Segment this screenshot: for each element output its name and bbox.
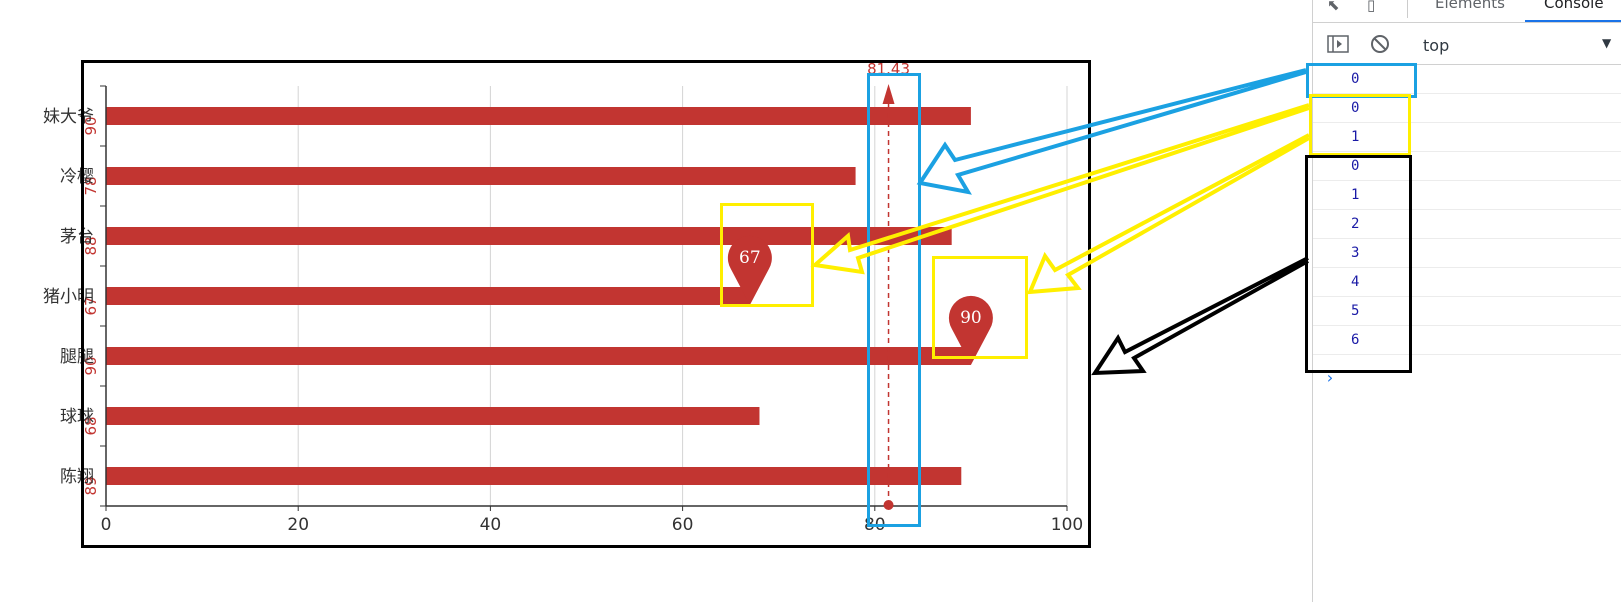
markpoint-max-highlight-box [932,256,1028,359]
markline-highlight-box [867,73,921,527]
console-series-index-box [1305,155,1412,373]
inspect-icon[interactable]: ⬉ [1327,0,1340,14]
clear-console-icon[interactable] [1370,34,1390,54]
toolbar-divider [1407,0,1408,18]
tab-elements[interactable]: Elements [1435,0,1505,12]
devtools-tab-bar: ⬉ ▯ Elements Console [1313,0,1621,23]
chevron-down-icon[interactable]: ▼ [1602,36,1611,50]
tab-console[interactable]: Console [1544,0,1604,12]
device-toggle-icon[interactable]: ▯ [1367,0,1375,14]
console-markline-index-box [1306,63,1417,98]
context-selector[interactable]: top [1423,36,1449,55]
console-markpoint-index-box [1309,94,1411,156]
console-toolbar [1313,22,1621,65]
markpoint-min-highlight-box [720,203,814,307]
sidebar-toggle-icon[interactable] [1327,35,1349,53]
